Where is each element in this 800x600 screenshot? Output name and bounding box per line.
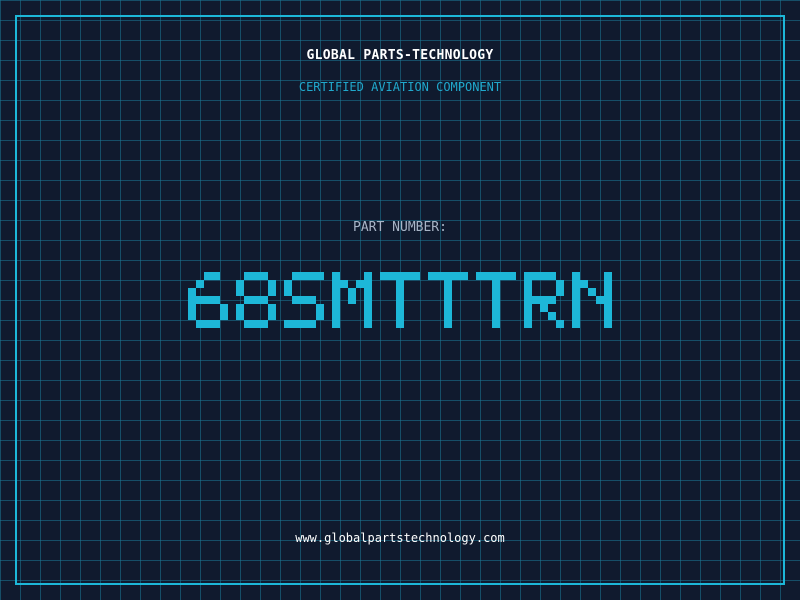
part-number-glyph xyxy=(236,272,276,328)
part-number-glyph xyxy=(284,272,324,328)
part-number-glyph xyxy=(188,272,228,328)
part-number-glyph xyxy=(524,272,564,328)
website-url: www.globalpartstechnology.com xyxy=(295,531,505,545)
certification-tagline: CERTIFIED AVIATION COMPONENT xyxy=(298,80,502,94)
part-number-glyph xyxy=(380,272,420,328)
part-number-glyph xyxy=(572,272,612,328)
company-name: GLOBAL PARTS-TECHNOLOGY xyxy=(306,48,494,63)
part-number-glyph xyxy=(332,272,372,328)
part-number xyxy=(188,268,612,332)
part-number-glyph xyxy=(476,272,516,328)
part-number-pixel-text xyxy=(188,272,612,328)
part-number-label: PART NUMBER: xyxy=(353,220,447,235)
part-number-glyph xyxy=(428,272,468,328)
